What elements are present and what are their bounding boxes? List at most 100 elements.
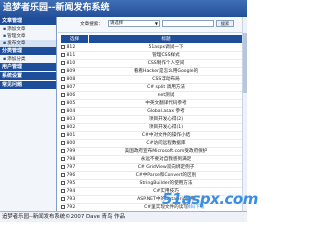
bullet-icon: ▪ — [3, 27, 7, 32]
article-title-link[interactable]: 看看Hacker是怎么用Google的 — [88, 67, 244, 76]
table-row[interactable]: 806 net测试 — [60, 91, 244, 100]
column-header-select: 选择 — [60, 34, 89, 44]
table-row[interactable]: 810 CSS制作个人空间 — [60, 59, 244, 68]
table-row[interactable]: 809 看看Hacker是怎么用Google的 — [60, 67, 244, 76]
table-row[interactable]: 802 项目开发心得(1) — [60, 123, 244, 132]
sidebar-item-label: 添加分类 — [7, 57, 26, 62]
watermark-logo: 51aspx.com 源码下载 — [162, 190, 258, 210]
row-checkbox[interactable] — [60, 196, 65, 201]
select-cell: 804 — [60, 107, 89, 116]
article-title-link[interactable]: C#中对文件的操作小结 — [88, 131, 244, 140]
bullet-icon: ▪ — [3, 41, 7, 46]
table-row[interactable]: 804 Global.asax 参考 — [60, 107, 244, 116]
select-cell: 801 — [60, 131, 89, 140]
row-checkbox[interactable] — [60, 172, 65, 177]
bullet-icon: ▪ — [3, 57, 7, 62]
article-title-link[interactable]: C# GridView双向绑定例子 — [88, 163, 244, 172]
article-title-link[interactable]: 管理CSS样式 — [88, 51, 244, 60]
row-checkbox[interactable] — [60, 44, 65, 49]
table-row[interactable]: 798 永远不要对自我感到满足 — [60, 155, 244, 164]
sidebar-section-articles[interactable]: 文章管理 — [0, 17, 56, 26]
scrollbar-thumb[interactable] — [243, 33, 247, 93]
sidebar-section-faq[interactable]: 常见问题 — [0, 81, 56, 90]
article-title-link[interactable]: C# split 调用方法 — [88, 83, 244, 92]
row-checkbox[interactable] — [60, 108, 65, 113]
article-title-link[interactable]: 美国政府宣布Microsoft.com受政府保护 — [88, 147, 244, 156]
article-title-link[interactable]: 中英文翻译代码参考 — [88, 99, 244, 108]
sidebar-item-publish-article[interactable]: ▪发布文章 — [0, 40, 56, 47]
article-title-link[interactable]: CSS制作个人空间 — [88, 59, 244, 68]
header-bar: 追梦者乐园--新闻发布系统 — [0, 0, 247, 17]
sidebar-item-add-category[interactable]: ▪添加分类 — [0, 56, 56, 63]
scrollbar[interactable] — [242, 17, 247, 211]
article-title-link[interactable]: StringBuilder的使用方法 — [88, 179, 244, 188]
sidebar-item-add-article[interactable]: ▪添加文章 — [0, 26, 56, 33]
row-id: 812 — [66, 45, 76, 50]
row-checkbox[interactable] — [60, 180, 65, 185]
row-id: 800 — [66, 141, 76, 146]
article-title-link[interactable]: CSS浮动布局 — [88, 75, 244, 84]
table-row[interactable]: 797 C# GridView双向绑定例子 — [60, 163, 244, 172]
sidebar-section-users[interactable]: 用户管理 — [0, 63, 56, 72]
row-checkbox[interactable] — [60, 84, 65, 89]
row-id: 792 — [66, 205, 76, 210]
table-row[interactable]: 803 项目开发心得(2) — [60, 115, 244, 124]
article-title-link[interactable]: net测试 — [88, 91, 244, 100]
article-title-link[interactable]: C#访问远程数据库 — [88, 139, 244, 148]
sidebar: 文章管理 ▪添加文章 ▪管理文章 ▪发布文章 分类管理 ▪添加分类 用户管理 系… — [0, 17, 57, 211]
select-cell: 809 — [60, 67, 89, 76]
row-id: 802 — [66, 125, 76, 130]
article-title-link[interactable]: 永远不要对自我感到满足 — [88, 155, 244, 164]
sidebar-section-categories[interactable]: 分类管理 — [0, 47, 56, 56]
category-select[interactable]: 请选择 ▼ — [108, 20, 160, 27]
row-checkbox[interactable] — [60, 156, 65, 161]
row-checkbox[interactable] — [60, 124, 65, 129]
main-content: 文章搜索： 请选择 ▼ 搜索 选择 标题 812 51aspx调试一下 811 管理C… — [58, 17, 247, 212]
chevron-down-icon: ▼ — [154, 21, 158, 26]
row-id: 809 — [66, 69, 76, 74]
table-row[interactable]: 812 51aspx调试一下 — [60, 43, 244, 52]
table-row[interactable]: 811 管理CSS样式 — [60, 51, 244, 60]
row-checkbox[interactable] — [60, 60, 65, 65]
search-button[interactable]: 搜索 — [216, 20, 234, 27]
select-cell: 795 — [60, 179, 89, 188]
row-id: 797 — [66, 165, 76, 170]
row-checkbox[interactable] — [60, 68, 65, 73]
article-title-link[interactable]: 项目开发心得(1) — [88, 123, 244, 132]
article-title-link[interactable]: Global.asax 参考 — [88, 107, 244, 116]
row-id: 798 — [66, 157, 76, 162]
row-checkbox[interactable] — [60, 116, 65, 121]
table-row[interactable]: 805 中英文翻译代码参考 — [60, 99, 244, 108]
row-checkbox[interactable] — [60, 140, 65, 145]
table-row[interactable]: 800 C#访问远程数据库 — [60, 139, 244, 148]
table-row[interactable]: 808 CSS浮动布局 — [60, 75, 244, 84]
table-row[interactable]: 799 美国政府宣布Microsoft.com受政府保护 — [60, 147, 244, 156]
article-title-link[interactable]: 51aspx调试一下 — [88, 43, 244, 52]
row-checkbox[interactable] — [60, 148, 65, 153]
search-input[interactable] — [162, 20, 214, 27]
row-checkbox[interactable] — [60, 52, 65, 57]
row-checkbox[interactable] — [60, 164, 65, 169]
row-checkbox[interactable] — [60, 204, 65, 209]
sidebar-item-label: 发布文章 — [7, 41, 26, 46]
select-cell: 796 — [60, 171, 89, 180]
select-cell: 793 — [60, 195, 89, 204]
table-row[interactable]: 796 C#中Parse和Convert的区别 — [60, 171, 244, 180]
table-row[interactable]: 807 C# split 调用方法 — [60, 83, 244, 92]
table-row[interactable]: 801 C#中对文件的操作小结 — [60, 131, 244, 140]
article-title-link[interactable]: C#中Parse和Convert的区别 — [88, 171, 244, 180]
row-checkbox[interactable] — [60, 92, 65, 97]
table-row[interactable]: 795 StringBuilder的使用方法 — [60, 179, 244, 188]
sidebar-section-settings[interactable]: 系统设置 — [0, 72, 56, 81]
row-id: 810 — [66, 61, 76, 66]
row-id: 805 — [66, 101, 76, 106]
row-id: 806 — [66, 93, 76, 98]
row-checkbox[interactable] — [60, 188, 65, 193]
sidebar-item-manage-articles[interactable]: ▪管理文章 — [0, 33, 56, 40]
select-cell: 808 — [60, 75, 89, 84]
row-checkbox[interactable] — [60, 132, 65, 137]
row-checkbox[interactable] — [60, 76, 65, 81]
article-title-link[interactable]: 项目开发心得(2) — [88, 115, 244, 124]
row-checkbox[interactable] — [60, 100, 65, 105]
row-id: 808 — [66, 77, 76, 82]
